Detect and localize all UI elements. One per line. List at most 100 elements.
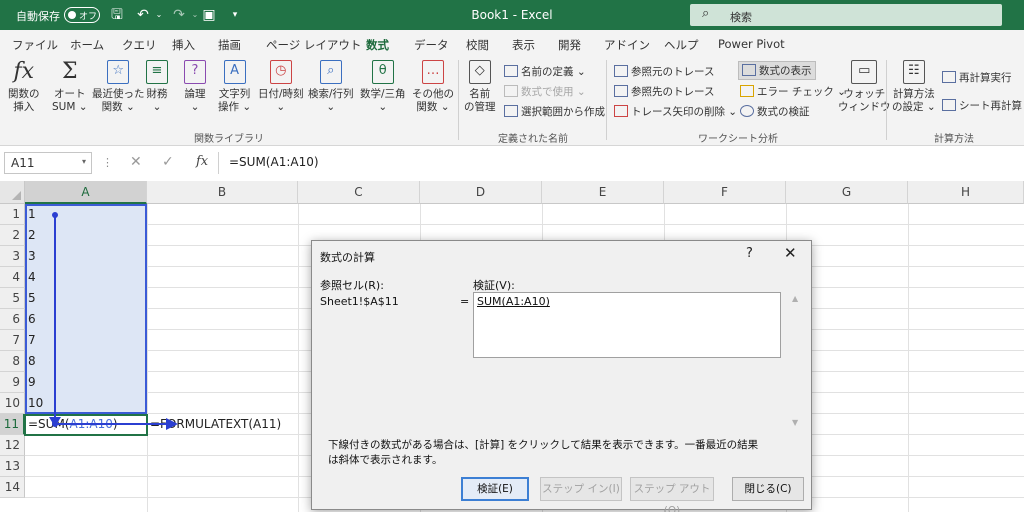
show-formulas-button[interactable]: 数式の表示 xyxy=(738,61,816,80)
insert-function-button[interactable]: fx 関数の 挿入 xyxy=(8,60,40,114)
equals-sign: = xyxy=(460,295,470,308)
autosave-toggle[interactable]: オフ xyxy=(64,7,100,23)
step-in-button[interactable]: ステップ イン(I) xyxy=(540,477,622,501)
autosave-label: 自動保存 xyxy=(16,10,60,23)
formula-bar-grip-icon[interactable]: ⋮ xyxy=(102,156,113,169)
search-placeholder: 検索 xyxy=(730,11,752,24)
insert-function-icon[interactable]: fx xyxy=(196,154,208,169)
evaluation-value: SUM(A1:A10) xyxy=(477,295,550,308)
save-icon[interactable]: 🖫 xyxy=(108,6,126,24)
trace-arrows xyxy=(49,212,178,430)
ribbon-separator xyxy=(886,60,887,140)
calculator-icon: ☷ xyxy=(902,60,925,84)
close-icon[interactable]: ✕ xyxy=(784,244,797,262)
ribbon-separator xyxy=(458,60,459,140)
text-button[interactable]: A 文字列 操作 ⌄ xyxy=(218,60,251,114)
date-time-button[interactable]: ◷ 日付/時刻 ⌄ xyxy=(258,60,304,114)
tab-view[interactable]: 表示 xyxy=(512,37,535,53)
tab-home[interactable]: ホーム xyxy=(70,37,104,53)
step-out-button[interactable]: ステップ アウト(O) xyxy=(630,477,714,512)
question-book-icon: ? xyxy=(184,60,206,84)
ribbon-tabs: ファイル ホーム クエリ 挿入 描画 ページ レイアウト 数式 データ 校閲 表… xyxy=(0,30,1024,59)
column-header-e[interactable]: E xyxy=(542,181,664,204)
tab-developer[interactable]: 開発 xyxy=(558,37,581,53)
logical-button[interactable]: ? 論理 ⌄ xyxy=(184,60,206,114)
use-in-formula-button[interactable]: 数式で使用 ⌄ xyxy=(504,84,586,99)
column-header-g[interactable]: G xyxy=(786,181,908,204)
error-checking-button[interactable]: エラー チェック ⌄ xyxy=(740,84,846,99)
tab-query[interactable]: クエリ xyxy=(122,37,157,53)
column-header-d[interactable]: D xyxy=(420,181,542,204)
evaluation-box[interactable]: SUM(A1:A10) xyxy=(473,292,781,358)
name-manager-button[interactable]: ◇ 名前 の管理 xyxy=(464,60,496,114)
close-button[interactable]: 閉じる(C) xyxy=(732,477,804,501)
autosum-button[interactable]: Σ オート SUM ⌄ xyxy=(52,60,88,114)
trace-precedents-icon xyxy=(614,65,628,77)
camera-icon[interactable]: ▣ xyxy=(200,6,218,24)
fx-icon: fx xyxy=(13,59,35,84)
tab-page-layout[interactable]: ページ レイアウト xyxy=(266,37,361,53)
evaluation-scrollbar[interactable]: ▲ ▼ xyxy=(790,292,804,430)
math-trig-button[interactable]: θ 数学/三角 ⌄ xyxy=(360,60,406,114)
evaluation-label: 検証(V): xyxy=(473,279,515,292)
enter-icon[interactable]: ✓ xyxy=(162,154,174,170)
scroll-up-icon[interactable]: ▲ xyxy=(792,294,798,303)
chevron-down-icon[interactable]: ▾ xyxy=(82,157,86,166)
tab-power-pivot[interactable]: Power Pivot xyxy=(718,37,785,51)
arrow-origin-dot xyxy=(52,212,58,218)
ribbon: fx 関数の 挿入 Σ オート SUM ⌄ ☆ 最近使った 関数 ⌄ ≡ 財務 … xyxy=(0,56,1024,146)
remove-arrows-icon xyxy=(614,105,628,117)
tab-insert[interactable]: 挿入 xyxy=(172,37,195,53)
row-header[interactable]: 14 xyxy=(0,477,25,498)
search-box[interactable]: ⌕ 検索 xyxy=(690,4,1002,26)
recently-used-button[interactable]: ☆ 最近使った 関数 ⌄ xyxy=(92,60,145,114)
watch-window-icon: ▭ xyxy=(851,60,878,84)
financial-button[interactable]: ≡ 財務 ⌄ xyxy=(146,60,168,114)
more-functions-button[interactable]: … その他の 関数 ⌄ xyxy=(412,60,454,114)
evaluate-button[interactable]: 検証(E) xyxy=(461,477,529,501)
evaluate-formula-button[interactable]: 数式の検証 xyxy=(740,104,810,119)
tab-help[interactable]: ヘルプ xyxy=(664,37,699,53)
calculate-now-button[interactable]: 再計算実行 xyxy=(942,70,1012,85)
help-icon[interactable]: ? xyxy=(746,246,753,261)
column-header-h[interactable]: H xyxy=(908,181,1024,204)
row-header[interactable]: 13 xyxy=(0,456,25,477)
column-header-c[interactable]: C xyxy=(298,181,420,204)
star-icon: ☆ xyxy=(107,60,130,84)
tab-review[interactable]: 校閲 xyxy=(466,37,489,53)
calculation-options-button[interactable]: ☷ 計算方法 の設定 ⌄ xyxy=(892,60,936,114)
define-name-button[interactable]: 名前の定義 ⌄ xyxy=(504,64,586,79)
tab-file[interactable]: ファイル xyxy=(12,37,58,53)
tab-addins[interactable]: アドイン xyxy=(604,37,650,53)
tag-icon: ◇ xyxy=(468,60,491,84)
scroll-down-icon[interactable]: ▼ xyxy=(792,418,798,427)
tab-data[interactable]: データ xyxy=(414,37,449,53)
search-icon: ⌕ xyxy=(702,6,710,21)
warning-icon xyxy=(740,85,754,97)
create-from-selection-button[interactable]: 選択範囲から作成 xyxy=(504,104,605,119)
defined-names-group-label: 定義された名前 xyxy=(498,134,568,145)
reference-label: 参照セル(R): xyxy=(320,279,384,292)
reference-value: Sheet1!$A$11 xyxy=(320,295,399,308)
tab-formulas[interactable]: 数式 xyxy=(366,37,389,59)
remove-arrows-button[interactable]: トレース矢印の削除 ⌄ xyxy=(614,104,737,119)
clock-book-icon: ◷ xyxy=(269,60,292,84)
trace-dependents-button[interactable]: 参照先のトレース xyxy=(614,84,714,99)
calculate-now-icon xyxy=(942,71,956,83)
calculate-sheet-button[interactable]: シート再計算 xyxy=(942,98,1022,113)
formula-bar: A11 ▾ ⋮ ✕ ✓ fx =SUM(A1:A10) xyxy=(0,147,1024,180)
name-box[interactable]: A11 ▾ xyxy=(4,152,92,174)
arrow-origin-dot xyxy=(52,421,58,427)
cancel-icon[interactable]: ✕ xyxy=(130,154,142,170)
undo-dropdown-icon[interactable]: ⌄ xyxy=(150,6,168,24)
lookup-button[interactable]: ⌕ 検索/行列 ⌄ xyxy=(308,60,354,114)
calculation-group-label: 計算方法 xyxy=(934,134,974,145)
column-header-f[interactable]: F xyxy=(664,181,786,204)
formula-input[interactable]: =SUM(A1:A10) xyxy=(218,152,1024,174)
title-bar: 自動保存 オフ 🖫 ↶ ⌄ ↷ ⌄ ▣ ▾ Book1 - Excel ⌕ 検索 xyxy=(0,0,1024,30)
autosave-state: オフ xyxy=(79,12,98,22)
customize-qat-icon[interactable]: ▾ xyxy=(226,6,244,24)
watch-window-button[interactable]: ▭ ウォッチ ウィンドウ xyxy=(838,60,891,114)
trace-precedents-button[interactable]: 参照元のトレース xyxy=(614,64,714,79)
tab-draw[interactable]: 描画 xyxy=(218,37,241,53)
